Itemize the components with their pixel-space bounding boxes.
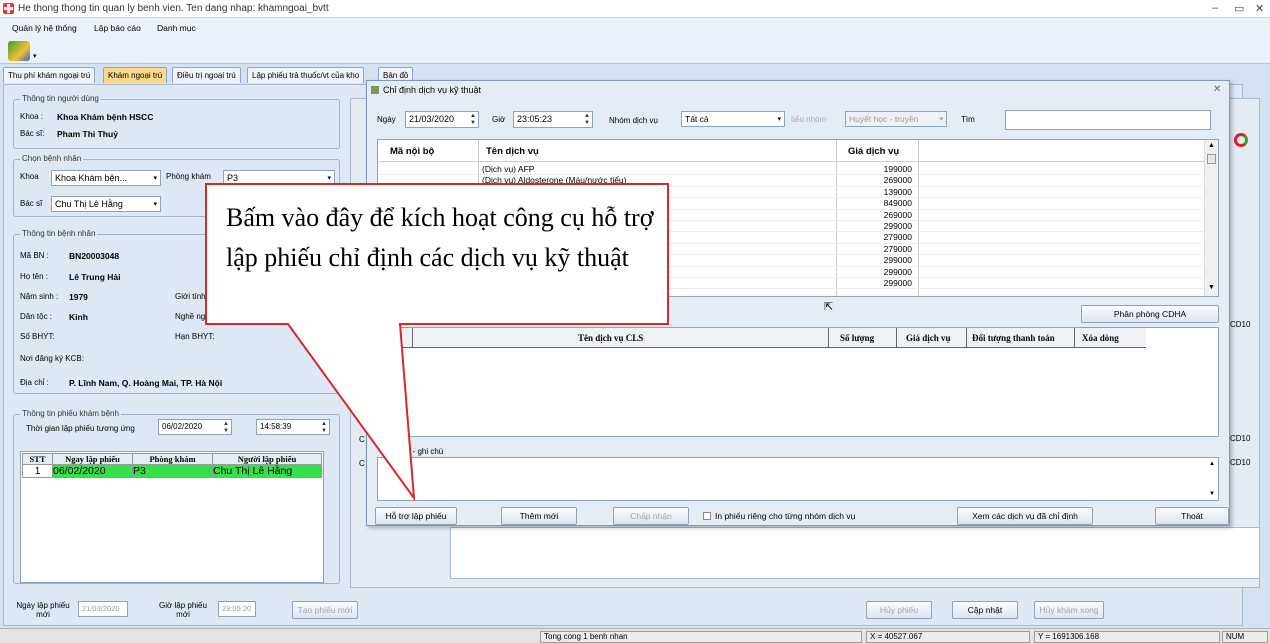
status-count: Tong cong 1 benh nhan bbox=[540, 631, 862, 643]
callout-shape bbox=[205, 183, 669, 502]
status-y: Y = 1691306.168 bbox=[1034, 631, 1220, 643]
status-bar: Tong cong 1 benh nhan X = 40527.067 Y = … bbox=[0, 628, 1270, 643]
mouse-cursor-icon: ⇱ bbox=[824, 301, 834, 313]
status-x: X = 40527.067 bbox=[866, 631, 1030, 643]
status-num: NUM bbox=[1222, 631, 1268, 643]
callout-text: Bấm vào đây để kích hoạt công cụ hỗ trợ … bbox=[226, 203, 654, 272]
